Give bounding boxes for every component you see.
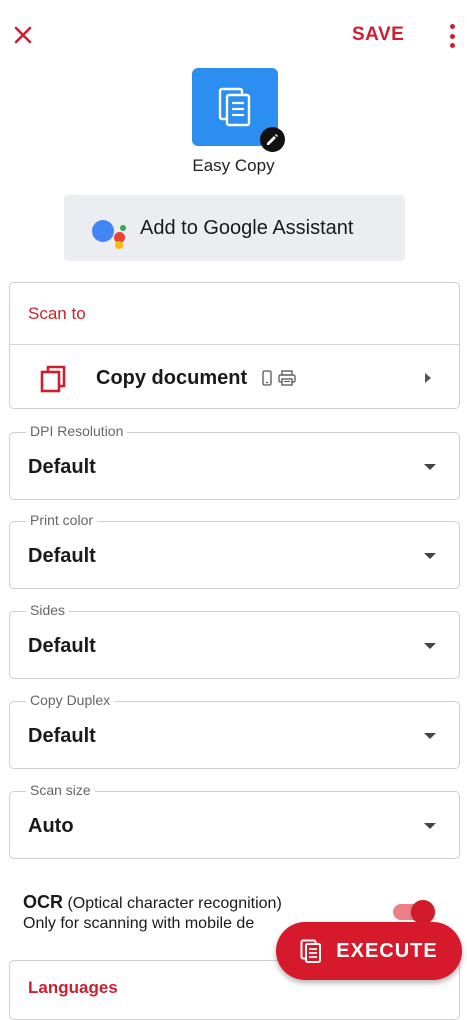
- chevron-down-icon: [424, 464, 436, 470]
- play-arrow-icon: [425, 373, 431, 383]
- add-to-google-assistant-button[interactable]: Add to Google Assistant: [64, 195, 405, 261]
- ocr-title-line: OCR (Optical character recognition): [23, 892, 393, 913]
- pencil-icon[interactable]: [260, 127, 285, 152]
- chevron-down-icon: [424, 733, 436, 739]
- field-label: Copy Duplex: [26, 692, 115, 708]
- document-copy-icon: [218, 87, 251, 127]
- dpi-resolution-select[interactable]: DPI Resolution Default: [9, 423, 460, 500]
- field-label: Scan size: [26, 782, 95, 798]
- scan-size-select[interactable]: Scan size Auto: [9, 782, 460, 859]
- execute-button[interactable]: EXECUTE: [276, 922, 462, 980]
- execute-label: EXECUTE: [336, 939, 438, 962]
- more-vert-icon[interactable]: [446, 24, 458, 48]
- google-assistant-icon: [90, 208, 130, 249]
- assistant-button-label: Add to Google Assistant: [140, 216, 354, 239]
- field-label: Sides: [26, 602, 70, 618]
- print-color-select[interactable]: Print color Default: [9, 512, 460, 589]
- field-value: Default: [28, 545, 96, 567]
- scan-to-title: Scan to: [28, 304, 86, 323]
- copy-duplex-select[interactable]: Copy Duplex Default: [9, 692, 460, 769]
- ocr-toggle-thumb[interactable]: [411, 900, 435, 924]
- copy-document-icon: [40, 365, 66, 393]
- chevron-down-icon: [424, 553, 436, 559]
- kebab-dot: [449, 33, 455, 39]
- chevron-down-icon: [424, 823, 436, 829]
- save-button[interactable]: SAVE: [352, 24, 404, 46]
- document-copy-icon: [300, 939, 322, 963]
- app-name-label: Easy Copy: [192, 156, 275, 175]
- field-value: Default: [28, 456, 96, 478]
- pencil-icon-glyph: [267, 134, 278, 145]
- divider: [10, 344, 459, 345]
- phone-icon: [262, 370, 272, 386]
- close-icon-glyph: [14, 26, 32, 44]
- field-label: DPI Resolution: [26, 423, 128, 439]
- kebab-dot: [449, 24, 455, 29]
- field-value: Default: [28, 725, 96, 747]
- ocr-subtitle: (Optical character recognition): [67, 895, 282, 912]
- close-icon[interactable]: [10, 22, 36, 48]
- chevron-down-icon: [424, 643, 436, 649]
- kebab-dot: [449, 43, 455, 48]
- printer-icon: [278, 370, 296, 386]
- languages-title: Languages: [28, 978, 118, 997]
- field-value: Default: [28, 635, 96, 657]
- scan-destination-label: Copy document: [96, 367, 248, 389]
- top-app-bar: SAVE: [0, 0, 467, 70]
- ocr-title: OCR: [23, 892, 63, 912]
- sides-select[interactable]: Sides Default: [9, 602, 460, 679]
- scan-to-card: Scan to Copy document: [9, 282, 460, 409]
- field-label: Print color: [26, 512, 98, 528]
- field-value: Auto: [28, 815, 74, 837]
